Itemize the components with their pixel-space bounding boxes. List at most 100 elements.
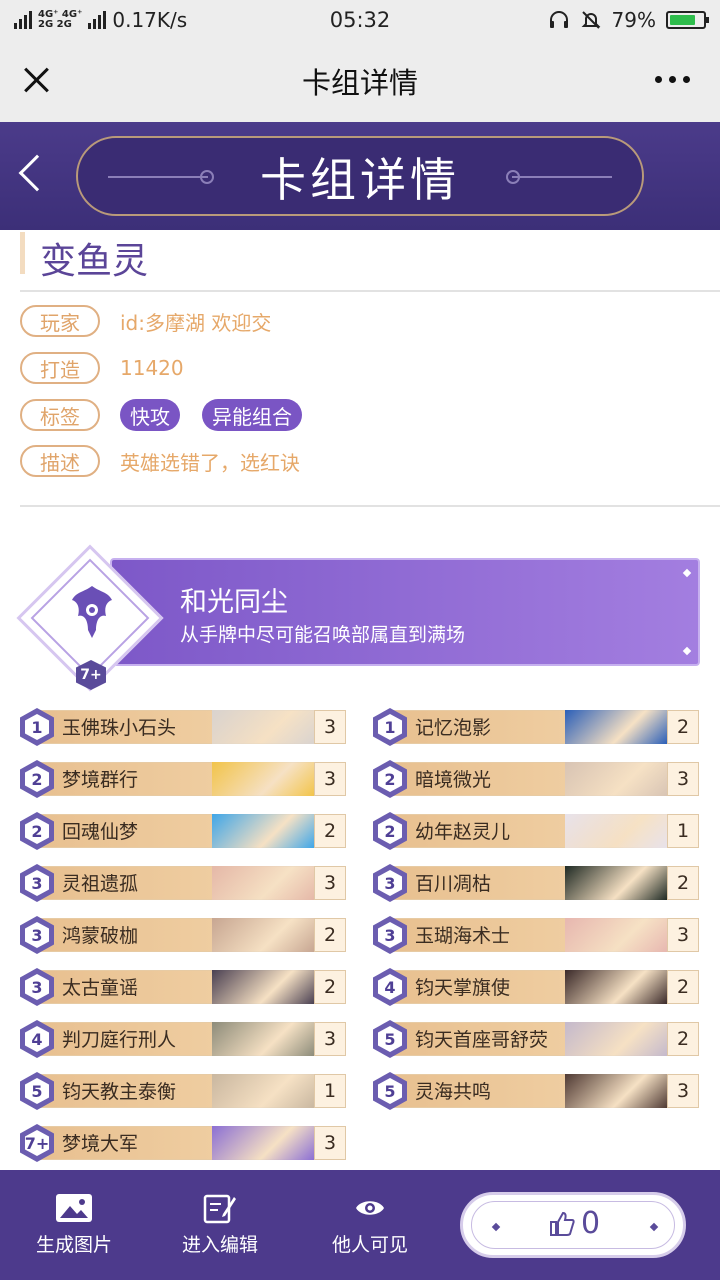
sparkle-icon (682, 646, 692, 656)
card-count: 2 (667, 866, 699, 900)
card-name: 记忆泡影 (415, 717, 492, 739)
card-count: 2 (667, 710, 699, 744)
desc-label: 描述 (20, 445, 100, 477)
tag-chip[interactable]: 异能组合 (202, 399, 302, 431)
card-row[interactable]: 玉瑚海术士 3 3 (373, 916, 699, 954)
card-row[interactable]: 判刀庭行刑人 3 4 (20, 1020, 346, 1058)
card-count: 2 (314, 918, 346, 952)
card-cost: 2 (384, 769, 396, 789)
close-icon[interactable] (18, 62, 54, 98)
card-name: 灵海共鸣 (415, 1081, 492, 1103)
headset-icon (549, 11, 568, 28)
card-count: 3 (314, 1126, 346, 1160)
card-row[interactable]: 钧天掌旗使 2 4 (373, 968, 699, 1006)
card-name: 幼年赵灵儿 (415, 821, 511, 843)
card-name: 百川凋枯 (415, 873, 492, 895)
card-count: 2 (667, 1022, 699, 1056)
status-right: 79% (446, 8, 709, 32)
card-row[interactable]: 钧天教主泰衡 1 5 (20, 1072, 346, 1110)
card-name: 钧天掌旗使 (415, 977, 511, 999)
leader-description: 从手牌中尽可能召唤部属直到满场 (180, 624, 466, 646)
deck-name-accent (20, 232, 25, 274)
card-art-image (212, 710, 314, 744)
card-cost: 5 (31, 1081, 43, 1101)
card-cost: 2 (31, 821, 43, 841)
card-art-image (565, 710, 667, 744)
card-count: 1 (667, 814, 699, 848)
card-name: 梦境群行 (62, 769, 139, 791)
card-cost: 3 (384, 925, 396, 945)
card-count: 2 (667, 970, 699, 1004)
more-icon[interactable] (655, 76, 690, 83)
network-bottom: 2G 2G (38, 19, 72, 30)
card-count: 3 (667, 918, 699, 952)
visibility-label: 他人可见 (331, 1234, 408, 1256)
mute-bell-icon (581, 11, 600, 29)
enter-edit-label: 进入编辑 (181, 1234, 258, 1256)
visibility-toggle[interactable]: 他人可见 (300, 1190, 440, 1260)
tag-chip[interactable]: 快攻 (120, 399, 180, 431)
player-row: 玩家 id:多摩湖 欢迎交 (20, 304, 271, 338)
divider (20, 505, 720, 507)
card-cost: 3 (31, 873, 43, 893)
like-button[interactable]: 0 (460, 1192, 686, 1258)
card-art-image (565, 1022, 667, 1056)
webview-header: 卡组详情 (0, 40, 720, 122)
leader-card[interactable]: 和光同尘 从手牌中尽可能召唤部属直到满场 7+ (16, 544, 700, 692)
craft-label: 打造 (20, 352, 100, 384)
card-row[interactable]: 梦境群行 3 2 (20, 760, 346, 798)
card-row[interactable]: 记忆泡影 2 1 (373, 708, 699, 746)
card-art-image (212, 1074, 314, 1108)
card-name: 玉瑚海术士 (415, 925, 511, 947)
card-row[interactable]: 钧天首座哥舒荧 2 5 (373, 1020, 699, 1058)
card-count: 3 (667, 1074, 699, 1108)
card-row[interactable]: 回魂仙梦 2 2 (20, 812, 346, 850)
card-name: 灵祖遗孤 (62, 873, 139, 895)
player-label: 玩家 (20, 305, 100, 337)
card-count: 3 (667, 762, 699, 796)
like-count: 0 (581, 1206, 601, 1241)
card-cost: 3 (31, 977, 43, 997)
desc-row: 描述 英雄选错了，选红诀 (20, 444, 300, 478)
card-name: 钧天首座哥舒荧 (415, 1029, 549, 1051)
card-row[interactable]: 太古童谣 2 3 (20, 968, 346, 1006)
clock: 05:32 (329, 8, 391, 32)
card-name: 太古童谣 (62, 977, 139, 999)
status-left: 4G⁺ 4G⁺ 2G 2G 0.17K/s (14, 8, 274, 32)
card-art-image (212, 1022, 314, 1056)
generate-image-button[interactable]: 生成图片 (4, 1190, 144, 1260)
card-count: 1 (314, 1074, 346, 1108)
card-art-image (565, 1074, 667, 1108)
card-art-image (212, 1126, 314, 1160)
card-row[interactable]: 鸿蒙破枷 2 3 (20, 916, 346, 954)
card-row[interactable]: 暗境微光 3 2 (373, 760, 699, 798)
card-art-image (565, 970, 667, 1004)
sparkle-icon (682, 568, 692, 578)
card-row[interactable]: 灵祖遗孤 3 3 (20, 864, 346, 902)
card-name: 判刀庭行刑人 (62, 1029, 177, 1051)
card-art-image (212, 866, 314, 900)
card-row[interactable]: 百川凋枯 2 3 (373, 864, 699, 902)
card-art-image (565, 918, 667, 952)
signal-icon-2 (88, 11, 107, 29)
generate-image-label: 生成图片 (35, 1234, 112, 1256)
craft-row: 打造 11420 (20, 351, 184, 385)
webview-title: 卡组详情 (301, 66, 418, 100)
status-bar: 4G⁺ 4G⁺ 2G 2G 0.17K/s 05:32 79% (0, 0, 720, 40)
card-row[interactable]: 幼年赵灵儿 1 2 (373, 812, 699, 850)
card-name: 暗境微光 (415, 769, 492, 791)
page-banner: 卡组详情 (0, 122, 720, 230)
card-row[interactable]: 灵海共鸣 3 5 (373, 1072, 699, 1110)
card-count: 3 (314, 1022, 346, 1056)
signal-icon (14, 11, 32, 29)
card-count: 3 (314, 762, 346, 796)
tags-label: 标签 (20, 399, 100, 431)
enter-edit-button[interactable]: 进入编辑 (150, 1190, 290, 1260)
card-count: 3 (314, 866, 346, 900)
card-name: 回魂仙梦 (62, 821, 139, 843)
card-row[interactable]: 玉佛珠小石头 3 1 (20, 708, 346, 746)
bottom-toolbar: 生成图片 进入编辑 他人可见 0 (0, 1170, 720, 1280)
card-cost: 1 (31, 717, 43, 737)
card-row[interactable]: 梦境大军 3 7+ (20, 1124, 346, 1162)
card-name: 玉佛珠小石头 (62, 717, 177, 739)
